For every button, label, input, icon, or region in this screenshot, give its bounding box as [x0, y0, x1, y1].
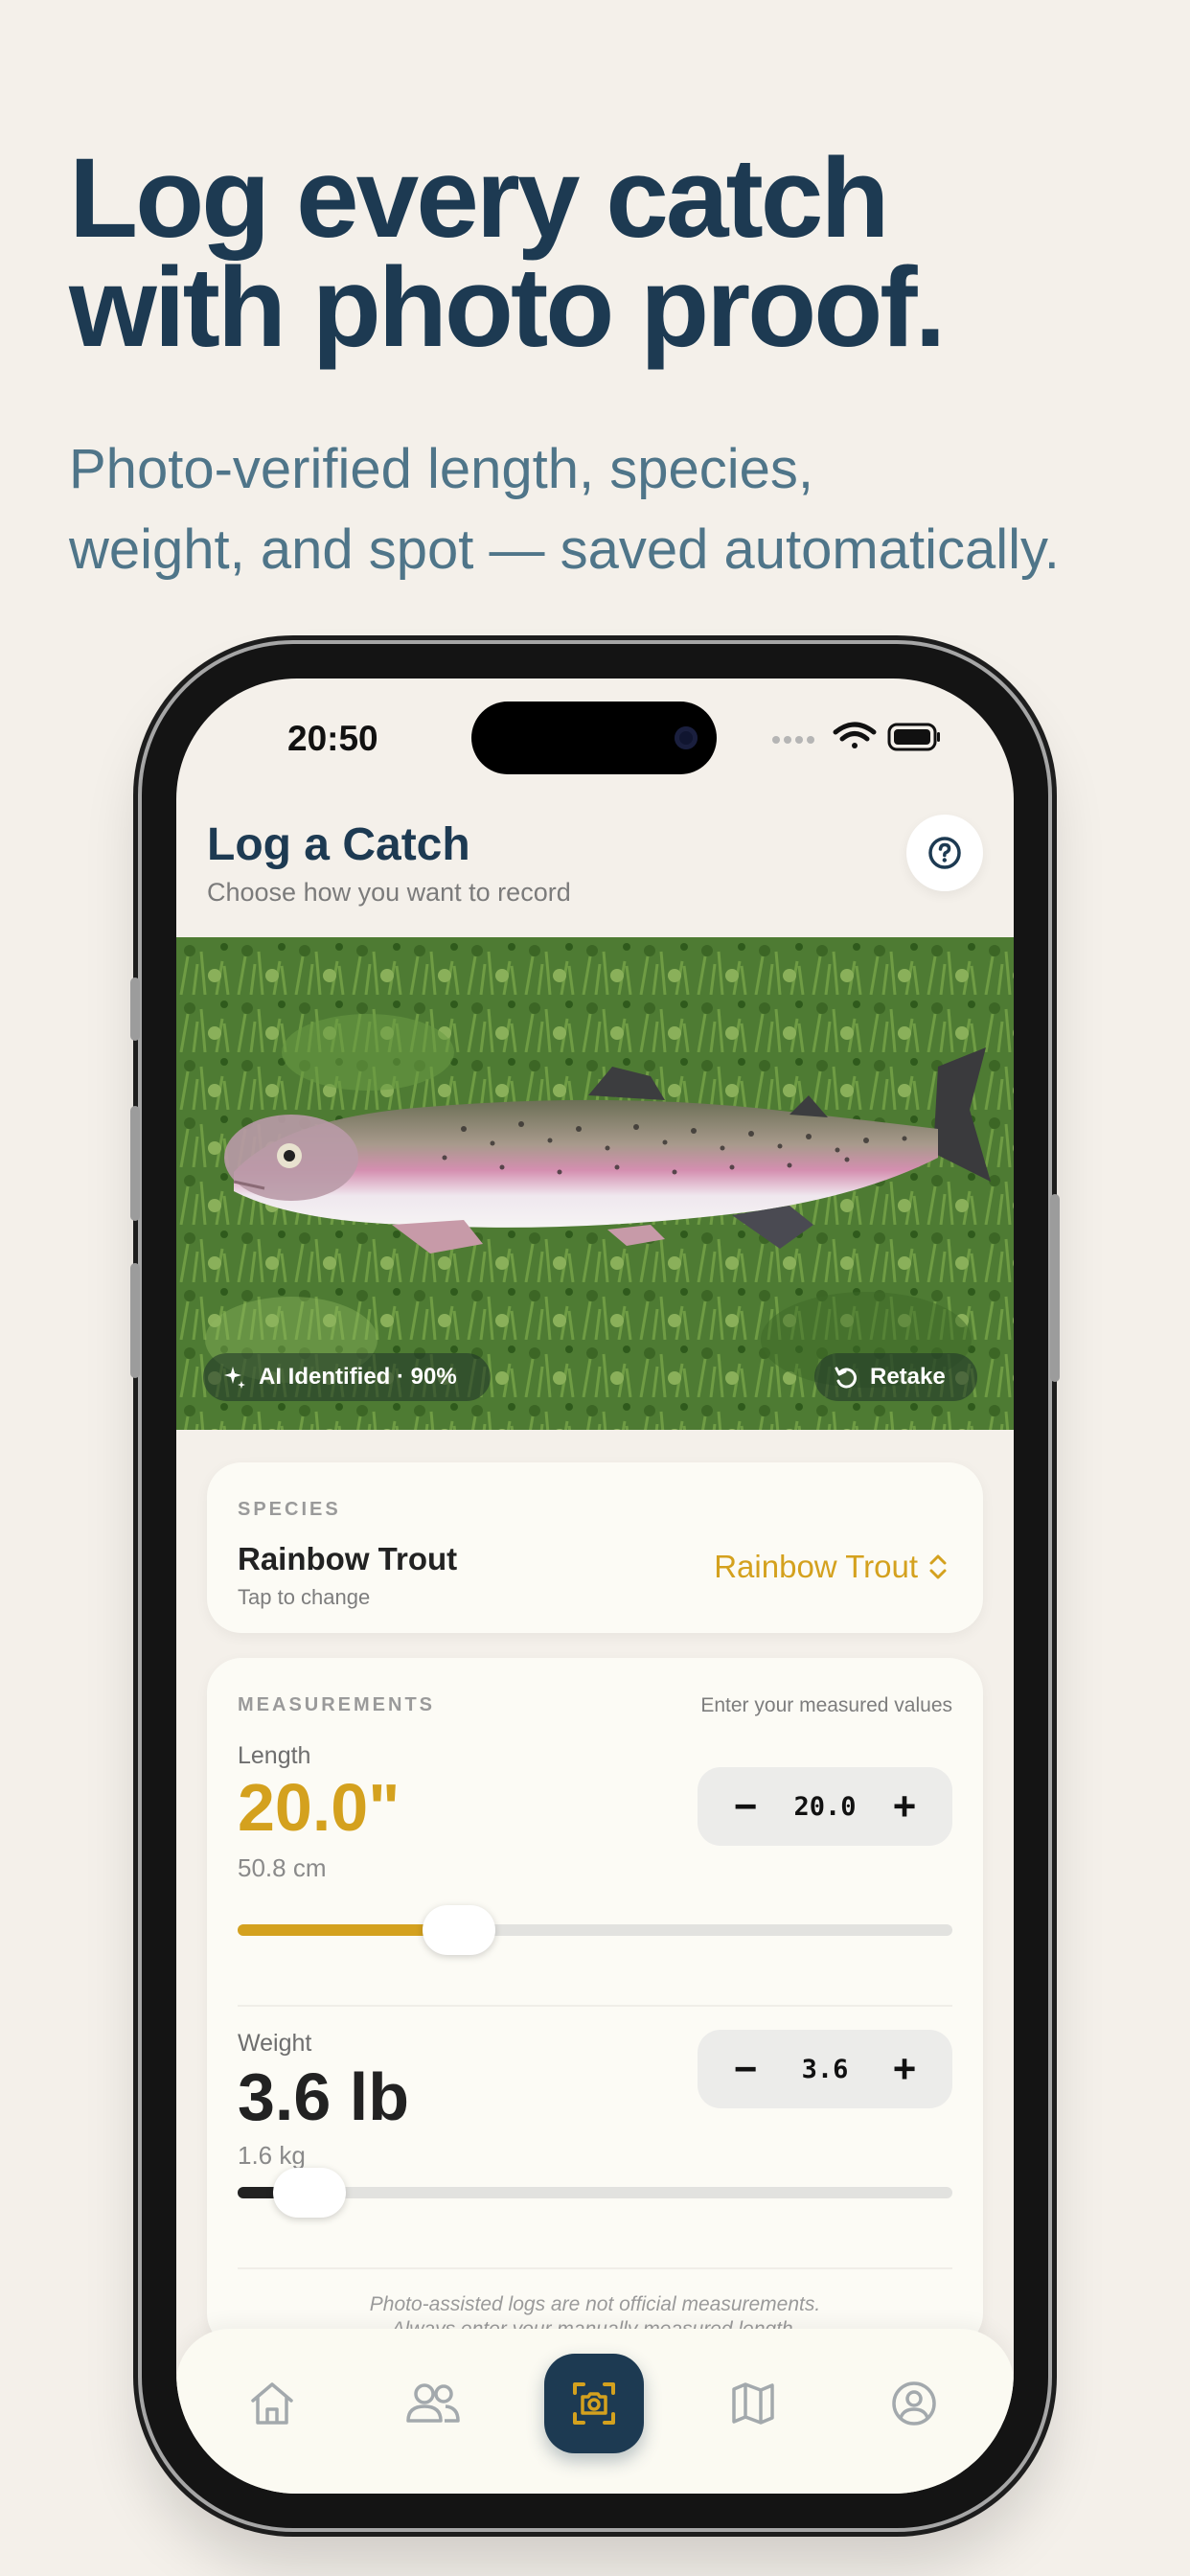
retake-label: Retake: [870, 1364, 946, 1390]
dynamic-island: [471, 702, 717, 774]
phone-power-button: [1050, 1194, 1060, 1382]
weight-value: 3.6 lb: [238, 2059, 409, 2134]
length-increment-button[interactable]: +: [885, 1783, 924, 1829]
length-decrement-button[interactable]: −: [726, 1783, 765, 1829]
headline-line-2: with photo proof.: [69, 244, 946, 371]
marketing-headline: Log every catch with photo proof.: [69, 135, 1152, 371]
weight-slider-thumb[interactable]: [272, 2168, 346, 2218]
species-picker-value: Rainbow Trout: [714, 1549, 918, 1584]
profile-icon: [892, 2381, 936, 2426]
camera-scan-icon: [573, 2382, 615, 2425]
ai-identified-label: AI Identified · 90%: [259, 1364, 457, 1390]
length-value: 20.0": [238, 1770, 400, 1845]
marketing-subhead: Photo-verified length, species, weight, …: [69, 429, 1161, 590]
weight-increment-button[interactable]: +: [885, 2046, 924, 2092]
disclaimer-divider: [238, 2267, 952, 2269]
tab-home[interactable]: [241, 2373, 303, 2434]
phone-volume-down: [130, 1263, 140, 1378]
subhead-line-1: Photo-verified length, species,: [69, 438, 813, 500]
species-card[interactable]: SPECIES Rainbow Trout Tap to change Rain…: [207, 1462, 983, 1633]
tab-friends[interactable]: [402, 2373, 464, 2434]
signal-icon: [772, 736, 814, 744]
map-icon: [732, 2382, 774, 2425]
weight-slider[interactable]: [238, 2168, 952, 2218]
home-icon: [251, 2382, 293, 2425]
tab-profile[interactable]: [883, 2373, 945, 2434]
measurements-section-label: MEASUREMENTS: [238, 1694, 436, 1715]
phone-mute-switch: [130, 978, 140, 1041]
species-picker[interactable]: Rainbow Trout: [714, 1549, 949, 1585]
page-title: Log a Catch: [207, 819, 470, 870]
length-slider[interactable]: [238, 1905, 952, 1955]
species-hint: Tap to change: [238, 1585, 371, 1609]
ai-identified-badge: AI Identified · 90%: [203, 1353, 491, 1401]
tab-bar: [176, 2329, 1014, 2494]
length-label: Length: [238, 1742, 311, 1769]
sparkle-icon: [224, 1367, 245, 1389]
species-section-label: SPECIES: [238, 1499, 341, 1520]
measurements-card: MEASUREMENTS Enter your measured values …: [207, 1658, 983, 2348]
measurements-hint: Enter your measured values: [700, 1694, 952, 1716]
retake-button[interactable]: Retake: [814, 1353, 977, 1401]
subhead-line-2: weight, and spot — saved automatically.: [69, 518, 1060, 581]
page-subtitle: Choose how you want to record: [207, 878, 571, 907]
headline-line-1: Log every catch: [69, 135, 889, 262]
length-metric: 50.8 cm: [238, 1853, 327, 1882]
weight-stepper-value[interactable]: 3.6: [802, 2055, 849, 2084]
app-screen: 20:50 Log a Catch Choose how you want to…: [176, 678, 1014, 2494]
friends-icon: [406, 2383, 460, 2423]
chevron-up-down-icon: [929, 1554, 947, 1579]
rotate-icon: [835, 1367, 857, 1389]
length-stepper: − 20.0 +: [698, 1767, 952, 1846]
measurement-divider: [238, 2005, 952, 2007]
battery-icon: [887, 723, 940, 751]
weight-metric: 1.6 kg: [238, 2141, 306, 2170]
phone-volume-up: [130, 1106, 140, 1221]
status-time: 20:50: [287, 719, 378, 758]
help-button[interactable]: [906, 815, 983, 891]
weight-stepper: − 3.6 +: [698, 2030, 952, 2108]
weight-decrement-button[interactable]: −: [726, 2046, 765, 2092]
tab-log-catch[interactable]: [544, 2354, 644, 2453]
disclaimer-line-1: Photo-assisted logs are not official mea…: [369, 2293, 821, 2315]
species-name: Rainbow Trout: [238, 1541, 458, 1576]
question-circle-icon: [928, 837, 961, 869]
phone-frame: 20:50 Log a Catch Choose how you want to…: [130, 644, 1060, 2528]
weight-label: Weight: [238, 2030, 312, 2057]
length-stepper-value[interactable]: 20.0: [793, 1792, 856, 1822]
status-icons: [768, 719, 941, 753]
length-slider-thumb[interactable]: [423, 1905, 496, 1955]
wifi-icon: [833, 722, 877, 748]
tab-map[interactable]: [722, 2373, 784, 2434]
